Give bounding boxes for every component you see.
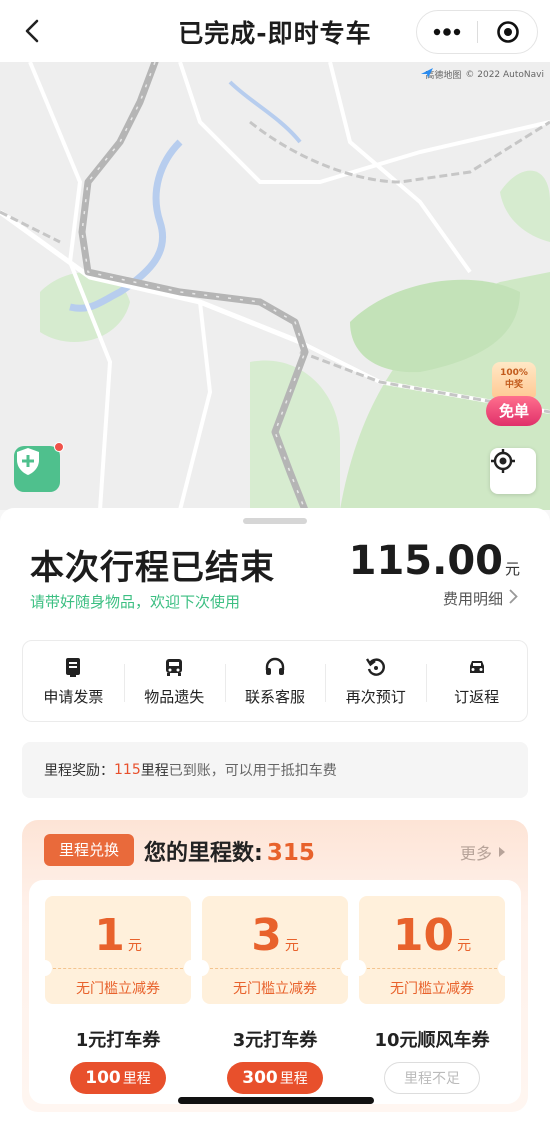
coupon-value: 1 [94,910,125,961]
more-icon[interactable] [417,11,477,53]
coupon-divider [53,968,183,969]
mileage-count: 您的里程数: 315 [144,835,315,867]
redeem-button[interactable]: 300 里程 [227,1062,323,1094]
more-label: 更多 [459,844,492,863]
mileage-label: 您的里程数: [144,841,263,866]
redeem-unit: 里程 [279,1071,308,1087]
coupon-notch [45,960,52,976]
notification-dot [54,442,64,452]
lost-item-button[interactable]: 物品遗失 [123,656,225,707]
price-unit: 元 [504,560,520,578]
return-trip-button[interactable]: 订返程 [426,656,527,707]
mini-program-capsule [416,10,538,54]
coupon-desc: 无门槛立减券 [233,981,317,997]
close-target-icon[interactable] [478,11,537,53]
exchange-tag: 里程兑换 [44,834,134,866]
coupon-value: 3 [251,910,282,961]
trip-price: 115.00 元 [349,538,520,584]
action-label: 申请发票 [43,687,104,706]
coupon-unit: 元 [284,938,299,954]
action-label: 物品遗失 [144,687,205,706]
locate-button[interactable] [490,448,536,494]
route-map[interactable]: 高德地图 © 2022 AutoNavi 100% 中奖 免单 [0,62,550,510]
coupon-notch [341,960,348,976]
action-label: 再次预订 [345,687,406,706]
badge-top: 100% 中奖 [492,362,536,398]
coupon-card[interactable]: 3元 无门槛立减券 3元打车券 300 里程 [202,896,348,1102]
coupon-card[interactable]: 1元 无门槛立减券 1元打车券 100 里程 [45,896,191,1102]
reward-unit: 里程 [140,763,169,779]
redeem-cost: 300 [242,1068,278,1088]
fee-detail-link[interactable]: 费用明细 [443,588,518,609]
fee-detail-label: 费用明细 [442,590,503,608]
home-indicator[interactable] [178,1097,374,1104]
coupon-desc: 无门槛立减券 [390,981,474,997]
coupon-unit: 元 [127,938,142,954]
mileage-reward-banner: 里程奖励： 115 里程 已到账，可以用于抵扣车费 [22,742,528,798]
coupon-unit: 元 [457,938,472,954]
coupon-list: 1元 无门槛立减券 1元打车券 100 里程 3元 无门槛立减券 3元打车券 3… [29,880,521,1104]
coupon-ticket: 3元 无门槛立减券 [202,896,348,1004]
coupon-name: 1元打车券 [75,1030,161,1051]
action-label: 订返程 [454,687,500,706]
invoice-button[interactable]: 申请发票 [23,656,124,707]
action-label: 联系客服 [244,687,305,706]
map-copyright: © 2022 AutoNavi [465,69,544,80]
coupon-divider [367,968,497,969]
coupon-ticket: 1元 无门槛立减券 [45,896,191,1004]
coupon-card[interactable]: 10 元 无门槛立减券 10元顺风车券 里程不足 [359,896,505,1102]
price-amount: 115.00 [348,538,503,584]
nav-bar: 已完成-即时专车 [0,0,550,62]
coupon-notch [359,960,366,976]
coupon-desc: 无门槛立减券 [76,981,160,997]
badge-percent: 100% [500,368,528,378]
redeem-button[interactable]: 100 里程 [70,1062,166,1094]
contact-support-button[interactable]: 联系客服 [224,656,326,707]
coupon-name: 10元顺风车券 [374,1030,490,1051]
coupon-divider [210,968,340,969]
mileage-value: 315 [266,840,315,866]
chevron-right-icon [509,589,518,608]
more-link[interactable]: 更多 [460,840,506,864]
safety-shield-button[interactable] [14,442,64,492]
trip-status-title: 本次行程已结束 [30,548,275,588]
free-ride-badge[interactable]: 100% 中奖 免单 [486,362,542,436]
drag-handle[interactable] [243,518,307,524]
lost-item-icon [163,656,185,678]
rebook-icon [365,656,387,678]
coupon-notch [498,960,505,976]
coupon-ticket: 10 元 无门槛立减券 [359,896,505,1004]
coupon-amount: 3元 [202,910,348,961]
invoice-icon [62,656,84,678]
coupon-name: 3元打车券 [232,1030,318,1051]
headset-icon [264,656,286,678]
redeem-unit: 里程 [122,1071,151,1087]
car-icon [466,656,488,678]
map-credit: 高德地图 © 2022 AutoNavi [421,68,544,81]
coupon-amount: 1元 [45,910,191,961]
reward-amount: 115 [114,762,141,778]
trip-sheet: 本次行程已结束 请带好随身物品，欢迎下次使用 115.00 元 费用明细 申请发… [0,508,550,1123]
action-bar: 申请发票 物品遗失 联系客服 再次预订 订返程 [22,640,528,722]
mileage-exchange-panel: 里程兑换 您的里程数: 315 更多 1元 无门槛立减券 1元打车券 100 里程 [22,820,528,1112]
insufficient-mileage-button[interactable]: 里程不足 [384,1062,480,1094]
badge-label: 免单 [486,396,542,426]
badge-win: 中奖 [504,380,523,390]
coupon-amount: 10 元 [359,910,505,961]
coupon-notch [202,960,209,976]
redeem-cost: 100 [85,1068,121,1088]
coupon-notch [184,960,191,976]
coupon-value: 10 [392,910,455,961]
trip-subtitle: 请带好随身物品，欢迎下次使用 [30,593,241,611]
triangle-right-icon [498,843,506,862]
reward-label: 里程奖励： [44,763,114,779]
rebook-button[interactable]: 再次预订 [325,656,426,707]
reward-text: 已到账，可以用于抵扣车费 [168,763,337,779]
